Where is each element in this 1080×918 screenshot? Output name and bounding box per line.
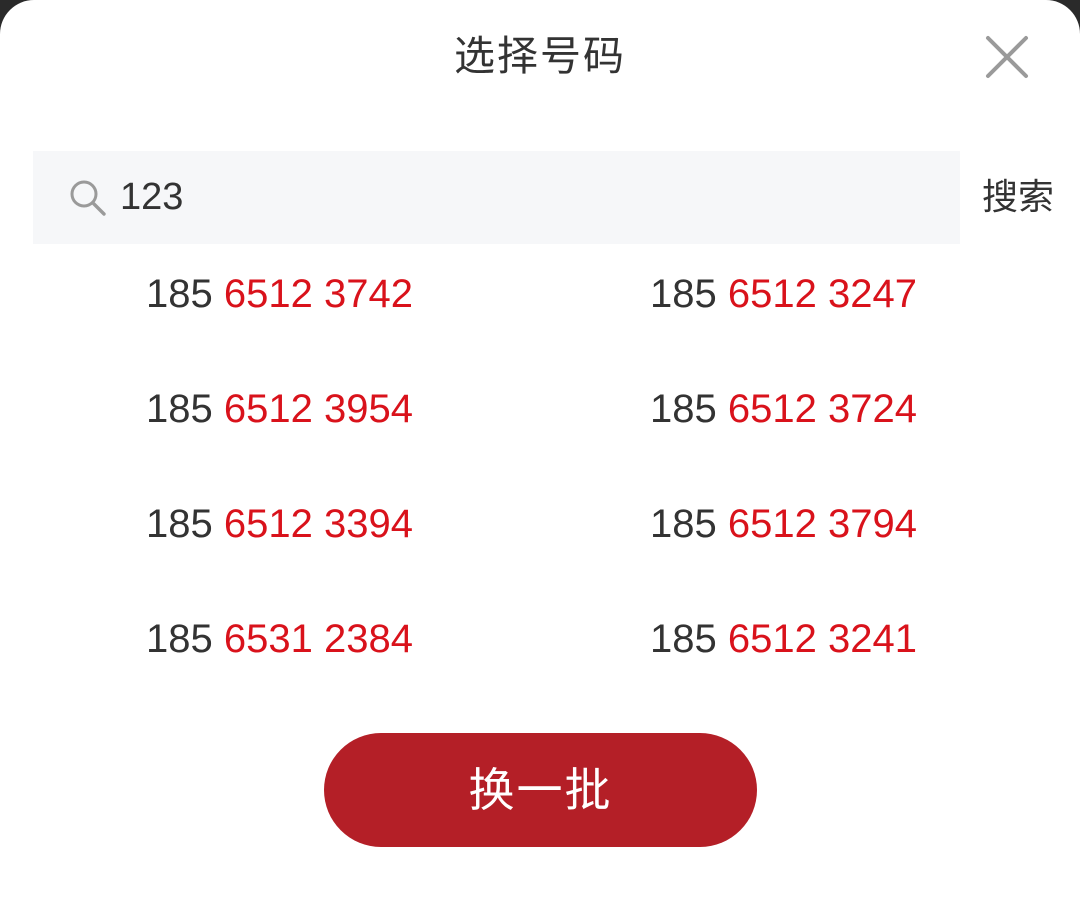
refresh-batch-button[interactable]: 换一批: [324, 733, 757, 847]
number-option[interactable]: 185 6512 3954: [146, 355, 413, 470]
number-suffix: 6512 3247: [727, 272, 917, 316]
number-prefix: 185: [650, 387, 728, 431]
dialog-title: 选择号码: [454, 32, 626, 80]
number-prefix: 185: [146, 272, 224, 316]
number-list: 185 6512 3742 185 6512 3247 185 6512 395…: [0, 240, 1080, 700]
search-input[interactable]: [120, 170, 940, 224]
number-prefix: 185: [146, 617, 224, 661]
number-prefix: 185: [650, 272, 728, 316]
select-number-dialog: 选择号码 搜索 185 6512 3742 185 6512 3247 185 …: [0, 0, 1080, 918]
number-option[interactable]: 185 6512 3794: [650, 470, 917, 585]
number-prefix: 185: [650, 502, 728, 546]
number-suffix: 6512 3724: [727, 387, 917, 431]
number-option[interactable]: 185 6512 3247: [650, 240, 917, 355]
number-option[interactable]: 185 6512 3724: [650, 355, 917, 470]
number-option[interactable]: 185 6512 3742: [146, 240, 413, 355]
number-suffix: 6512 3954: [223, 387, 413, 431]
number-suffix: 6531 2384: [223, 617, 413, 661]
number-option[interactable]: 185 6512 3394: [146, 470, 413, 585]
number-prefix: 185: [146, 502, 224, 546]
number-option[interactable]: 185 6531 2384: [146, 585, 413, 700]
close-button[interactable]: [980, 30, 1034, 84]
number-prefix: 185: [146, 387, 224, 431]
number-suffix: 6512 3394: [223, 502, 413, 546]
search-icon: [68, 178, 108, 218]
number-prefix: 185: [650, 617, 728, 661]
number-suffix: 6512 3742: [223, 272, 413, 316]
number-suffix: 6512 3794: [727, 502, 917, 546]
close-icon: [980, 30, 1034, 84]
search-button[interactable]: 搜索: [982, 170, 1062, 226]
number-option[interactable]: 185 6512 3241: [650, 585, 917, 700]
number-suffix: 6512 3241: [727, 617, 917, 661]
